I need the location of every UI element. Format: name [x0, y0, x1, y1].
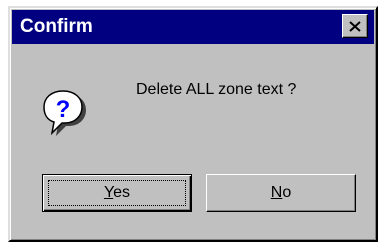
- close-button[interactable]: [342, 14, 368, 38]
- svg-text:?: ?: [56, 96, 71, 123]
- title-bar[interactable]: Confirm: [12, 10, 374, 44]
- question-mark-icon: ?: [40, 88, 90, 138]
- focus-rectangle: [48, 180, 186, 206]
- close-x-icon: [349, 20, 361, 32]
- confirm-dialog: Confirm ? Delete ALL zone text ? Yes No: [8, 6, 378, 242]
- no-button[interactable]: No: [206, 174, 356, 212]
- window-title: Confirm: [20, 16, 93, 37]
- no-button-label: No: [270, 184, 292, 201]
- yes-button[interactable]: Yes: [42, 174, 192, 212]
- message-text: Delete ALL zone text ?: [136, 81, 297, 98]
